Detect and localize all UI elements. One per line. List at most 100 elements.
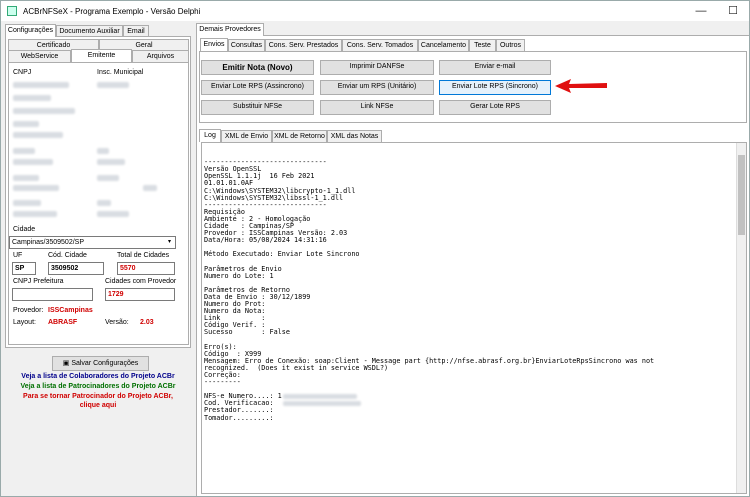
redacted-field	[13, 108, 75, 114]
uf-label: UF	[13, 252, 23, 259]
minimize-button[interactable]: —	[685, 1, 717, 21]
redacted-field	[97, 148, 109, 154]
tab-outros[interactable]: Outros	[496, 39, 525, 51]
log-line: ------------------------------	[204, 200, 327, 209]
redacted-field	[97, 200, 111, 206]
provedor-value: ISSCampinas	[48, 307, 93, 314]
enviar-email-button[interactable]: Enviar e-mail	[439, 60, 551, 75]
redacted-field	[13, 200, 41, 206]
tab-envios[interactable]: Envios	[200, 38, 228, 51]
imprimir-danfse-button[interactable]: Imprimir DANFSe	[320, 60, 434, 75]
save-config-label: Salvar Configurações	[71, 360, 139, 367]
enviar-lote-assincrono-button[interactable]: Enviar Lote RPS (Assincrono)	[201, 80, 314, 95]
log-line: Correção:	[204, 371, 241, 379]
save-config-button[interactable]: ▣ Salvar Configurações	[52, 356, 149, 371]
cod-cidade-label: Cód. Cidade	[48, 252, 87, 259]
log-line: Sucesso : False	[204, 328, 290, 337]
versao-value: 2.03	[140, 319, 154, 326]
tab-log[interactable]: Log	[199, 129, 221, 142]
tab-configuracoes[interactable]: Configurações	[5, 24, 56, 37]
log-scrollbar[interactable]	[736, 143, 746, 493]
window-title: ACBrNFSeX - Programa Exemplo - Versão De…	[23, 6, 201, 16]
log-line: Numero do Prot:	[204, 300, 266, 309]
redacted-field	[13, 211, 57, 217]
substituir-nfse-button[interactable]: Substituir NFSe	[201, 100, 314, 115]
total-cidades-label: Total de Cidades	[117, 252, 170, 259]
log-line: Link :	[204, 314, 266, 323]
emitir-nota-button[interactable]: Emitir Nota (Novo)	[201, 60, 314, 75]
cod-cidade-field[interactable]: 3509502	[48, 262, 104, 275]
tab-webservice[interactable]: WebService	[8, 50, 71, 62]
redacted-field	[97, 211, 129, 217]
patrocinador-link-line2[interactable]: clique aqui	[5, 402, 191, 409]
scrollbar-thumb[interactable]	[738, 155, 745, 235]
log-line: OpenSSL 1.1.1j 16 Feb 2021	[204, 172, 315, 181]
cidade-select[interactable]: Campinas/3509502/SP	[9, 236, 176, 249]
redacted-field	[97, 159, 125, 165]
log-textarea[interactable]: ------------------------------ Versão Ope…	[201, 142, 747, 494]
redacted-field	[13, 185, 59, 191]
log-line: Numero da Nota:	[204, 307, 266, 316]
redacted-field	[13, 132, 63, 138]
chevron-down-icon: ▾	[168, 239, 172, 245]
log-line: Prestador.......:	[204, 406, 274, 415]
layout-value: ABRASF	[48, 319, 78, 326]
tab-cons-serv-prestados[interactable]: Cons. Serv. Prestados	[265, 39, 342, 51]
log-line: ---------	[204, 378, 241, 387]
tab-emitente[interactable]: Emitente	[71, 49, 132, 62]
cnpj-prefeitura-label: CNPJ Prefeitura	[13, 278, 64, 285]
cidade-label: Cidade	[13, 226, 36, 233]
redacted-tomador	[283, 401, 361, 406]
main-window: ACBrNFSeX - Programa Exemplo - Versão De…	[0, 0, 750, 497]
redacted-field	[13, 159, 53, 165]
total-cidades-field[interactable]: 5570	[117, 262, 175, 275]
cidades-provedor-label: Cidades com Provedor	[105, 278, 177, 285]
redacted-prestador	[283, 394, 357, 399]
log-line: Método Executado: Enviar Lote Sincrono	[204, 250, 360, 259]
redacted-field	[13, 148, 35, 154]
tab-arquivos[interactable]: Arquivos	[132, 50, 189, 62]
redacted-field	[97, 175, 119, 181]
patrocinadores-link[interactable]: Veja a lista de Patrocinadores do Projet…	[5, 383, 191, 390]
cnpj-label: CNPJ	[13, 69, 32, 76]
log-line: Parâmetros de Envio	[204, 264, 282, 273]
log-line: ------------------------------	[204, 158, 327, 167]
enviar-rps-unitario-button[interactable]: Enviar um RPS (Unitário)	[320, 80, 434, 95]
patrocinador-link-line1[interactable]: Para se tornar Patrocinador do Projeto A…	[5, 393, 191, 400]
colaboradores-link[interactable]: Veja a lista de Colaboradores do Projeto…	[5, 373, 191, 380]
tab-consultas[interactable]: Consultas	[228, 39, 265, 51]
app-icon	[7, 6, 17, 16]
cnpj-prefeitura-field[interactable]	[12, 288, 93, 301]
enviar-lote-sincrono-button[interactable]: Enviar Lote RPS (Sincrono)	[439, 80, 551, 95]
maximize-button[interactable]: ☐	[717, 1, 749, 21]
tab-teste[interactable]: Teste	[469, 39, 496, 51]
gerar-lote-rps-button[interactable]: Gerar Lote RPS	[439, 100, 551, 115]
redacted-field	[13, 82, 69, 88]
tab-xml-notas[interactable]: XML das Notas	[327, 130, 382, 142]
redacted-field	[13, 121, 39, 127]
log-line: Data/Hora: 05/08/2024 14:31:16	[204, 236, 327, 245]
log-line: Erro(s):	[204, 342, 237, 351]
redacted-field	[13, 95, 51, 101]
redacted-field	[143, 185, 157, 191]
insc-municipal-label: Insc. Municipal	[97, 69, 144, 76]
tab-cancelamento[interactable]: Cancelamento	[418, 39, 469, 51]
tab-cons-serv-tomados[interactable]: Cons. Serv. Tomados	[342, 39, 418, 51]
title-bar: ACBrNFSeX - Programa Exemplo - Versão De…	[1, 1, 749, 21]
redacted-field	[97, 82, 129, 88]
cidades-provedor-field[interactable]: 1729	[105, 288, 175, 301]
log-line: Tomador.........:	[204, 413, 274, 422]
log-lines: ------------------------------ Versão Ope…	[204, 158, 746, 422]
link-nfse-button[interactable]: Link NFSe	[320, 100, 434, 115]
log-line: Numero do Lote: 1	[204, 271, 274, 280]
red-arrow-annotation	[555, 79, 607, 93]
uf-field[interactable]: SP	[12, 262, 36, 275]
log-line: Data de Envio : 30/12/1899	[204, 292, 311, 301]
tab-xml-retorno[interactable]: XML de Retorno	[272, 130, 327, 142]
provedor-label: Provedor:	[13, 307, 44, 314]
tab-demais-provedores[interactable]: Demais Provedores	[196, 23, 264, 36]
tab-xml-envio[interactable]: XML de Envio	[221, 130, 272, 142]
